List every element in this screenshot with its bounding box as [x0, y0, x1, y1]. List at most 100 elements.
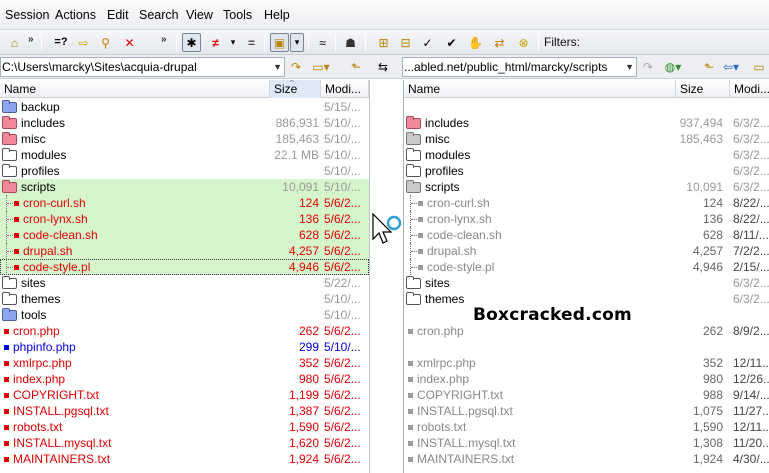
close-icon[interactable]: ✕ — [120, 33, 139, 52]
file-row[interactable]: COPYRIGHT.txt 988 9/14/... — [404, 387, 769, 403]
folder-row[interactable]: scripts 10,091 6/3/2... — [404, 179, 769, 195]
folder-row[interactable]: misc 185,463 5/10/... — [0, 131, 369, 147]
swap-icon[interactable]: ⇄ — [490, 33, 509, 52]
file-row[interactable]: code-style.pl 4,946 5/6/2... — [0, 259, 369, 275]
folder-row[interactable]: themes 5/10/... — [0, 291, 369, 307]
folder-row[interactable]: modules 6/3/2... — [404, 147, 769, 163]
file-row[interactable]: cron-lynx.sh 136 5/6/2... — [0, 211, 369, 227]
folder-row[interactable]: includes 937,494 6/3/2... — [404, 115, 769, 131]
folder-row[interactable]: sites 5/22/... — [0, 275, 369, 291]
folder-row[interactable]: backup 5/15/... — [0, 99, 369, 115]
folder-row[interactable]: sites 6/3/2... — [404, 275, 769, 291]
arrows-icon[interactable]: ⇦▾ — [722, 59, 740, 75]
file-row[interactable]: cron.php 262 8/9/2... — [404, 323, 769, 339]
file-row[interactable]: drupal.sh 4,257 7/2/2... — [404, 243, 769, 259]
file-icon — [14, 233, 19, 238]
chevron-right-icon[interactable]: » — [161, 34, 167, 45]
file-name: INSTALL.pgsql.txt — [417, 404, 513, 418]
browse-folder-icon[interactable]: ▭▾ — [312, 59, 330, 75]
search-icon[interactable]: ⚲ — [96, 33, 115, 52]
compare-equal-icon[interactable]: =? — [50, 33, 72, 52]
right-path-input[interactable]: ...abled.net/public_html/marcky/scripts … — [402, 57, 637, 77]
history-icon[interactable]: ↷ — [639, 59, 657, 75]
show-differences-icon[interactable]: ≠ — [206, 33, 225, 52]
file-row[interactable]: INSTALL.pgsql.txt 1,075 11/27... — [404, 403, 769, 419]
menu-tools[interactable]: Tools — [223, 8, 252, 22]
dropdown-icon[interactable]: ▾ — [226, 33, 240, 52]
file-size — [270, 291, 319, 307]
chevron-down-icon[interactable]: ▼ — [625, 58, 634, 76]
column-header-name[interactable]: Name — [404, 80, 676, 98]
file-row[interactable]: cron-curl.sh 124 5/6/2... — [0, 195, 369, 211]
tree-expand-icon[interactable]: ⊞ — [374, 33, 393, 52]
file-size — [676, 147, 723, 163]
menu-edit[interactable]: Edit — [107, 8, 129, 22]
hand-icon[interactable]: ✋ — [466, 33, 485, 52]
menu-actions[interactable]: Actions — [55, 8, 96, 22]
file-row[interactable]: robots.txt 1,590 5/6/2... — [0, 419, 369, 435]
file-row[interactable]: code-clean.sh 628 8/11/... — [404, 227, 769, 243]
parent-folder-icon[interactable]: ⬑ — [700, 59, 718, 75]
file-row[interactable]: INSTALL.mysql.txt 1,308 11/20... — [404, 435, 769, 451]
globe-icon[interactable]: ◍▾ — [664, 59, 682, 75]
file-row[interactable]: xmlrpc.php 352 5/6/2... — [0, 355, 369, 371]
file-size — [676, 275, 723, 291]
file-row[interactable]: INSTALL.mysql.txt 1,620 5/6/2... — [0, 435, 369, 451]
arrow-right-icon[interactable]: ⇨ — [74, 33, 93, 52]
file-row[interactable]: drupal.sh 4,257 5/6/2... — [0, 243, 369, 259]
show-all-icon[interactable]: ✱ — [182, 33, 201, 52]
folder-icon[interactable]: ▭ — [750, 59, 768, 75]
file-row[interactable]: robots.txt 1,590 12/11... — [404, 419, 769, 435]
menu-search[interactable]: Search — [139, 8, 179, 22]
menu-session[interactable]: Session — [5, 8, 49, 22]
column-header-modified[interactable]: Modi... — [730, 80, 769, 98]
menu-help[interactable]: Help — [264, 8, 290, 22]
home-icon[interactable]: ⌂ — [5, 33, 24, 52]
file-row[interactable]: cron-curl.sh 124 8/22/... — [404, 195, 769, 211]
left-path-input[interactable]: C:\Users\marcky\Sites\acquia-drupal ▼ — [0, 57, 285, 77]
file-name: cron-lynx.sh — [23, 212, 88, 226]
column-header-size[interactable]: Size — [676, 80, 730, 98]
right-file-pane[interactable]: Name Size Modi... includes 937,494 6/3/2..… — [403, 80, 769, 473]
column-header-name[interactable]: Name — [0, 80, 270, 98]
tree-collapse-icon[interactable]: ⊟ — [396, 33, 415, 52]
folder-row[interactable]: includes 886,931 5/10/... — [0, 115, 369, 131]
file-row[interactable]: index.php 980 12/26... — [404, 371, 769, 387]
folder-row[interactable]: misc 185,463 6/3/2... — [404, 131, 769, 147]
cancel-circle-icon[interactable]: ⊗ — [514, 33, 533, 52]
dropdown-icon[interactable]: ▾ — [290, 33, 304, 52]
chevron-right-icon[interactable]: » — [28, 34, 34, 45]
checkmark-all-icon[interactable]: ✔ — [442, 33, 461, 52]
history-icon[interactable]: ↷ — [287, 59, 305, 75]
checkmark-icon[interactable]: ✓ — [418, 33, 437, 52]
folder-filter-icon[interactable]: ▣ — [270, 33, 289, 52]
column-header-size[interactable]: Size ^ — [270, 80, 321, 98]
file-row[interactable]: phpinfo.php 299 5/10/... — [0, 339, 369, 355]
swap-sides-icon[interactable]: ⇆ — [374, 59, 392, 75]
chevron-down-icon[interactable]: ▼ — [273, 58, 282, 76]
file-row[interactable]: MAINTAINERS.txt 1,924 5/6/2... — [0, 451, 369, 467]
file-name: robots.txt — [417, 420, 467, 434]
column-header-modified[interactable]: Modi... — [321, 80, 369, 98]
file-row[interactable]: INSTALL.pgsql.txt 1,387 5/6/2... — [0, 403, 369, 419]
file-row[interactable]: cron-lynx.sh 136 8/22/... — [404, 211, 769, 227]
file-row[interactable]: cron.php 262 5/6/2... — [0, 323, 369, 339]
person-icon[interactable]: ☗ — [341, 33, 360, 52]
file-row[interactable]: index.php 980 5/6/2... — [0, 371, 369, 387]
file-row[interactable]: code-clean.sh 628 5/6/2... — [0, 227, 369, 243]
file-row[interactable]: MAINTAINERS.txt 1,924 4/30/... — [404, 451, 769, 467]
file-row[interactable]: code-style.pl 4,946 2/15/... — [404, 259, 769, 275]
file-row[interactable]: COPYRIGHT.txt 1,199 5/6/2... — [0, 387, 369, 403]
show-same-icon[interactable]: = — [242, 33, 261, 52]
approx-icon[interactable]: ≈ — [313, 33, 332, 52]
file-modified: 5/6/2... — [324, 324, 361, 338]
folder-row[interactable]: modules 22.1 MB 5/10/... — [0, 147, 369, 163]
menu-view[interactable]: View — [186, 8, 213, 22]
file-row[interactable]: xmlrpc.php 352 12/11... — [404, 355, 769, 371]
folder-row[interactable]: profiles 5/10/... — [0, 163, 369, 179]
folder-row[interactable]: profiles 6/3/2... — [404, 163, 769, 179]
left-file-pane[interactable]: Name Size ^ Modi... backup 5/15/... includ… — [0, 80, 369, 473]
folder-row[interactable]: scripts 10,091 5/10/... — [0, 179, 369, 195]
parent-folder-icon[interactable]: ⬑ — [347, 59, 365, 75]
folder-row[interactable]: tools 5/10/... — [0, 307, 369, 323]
